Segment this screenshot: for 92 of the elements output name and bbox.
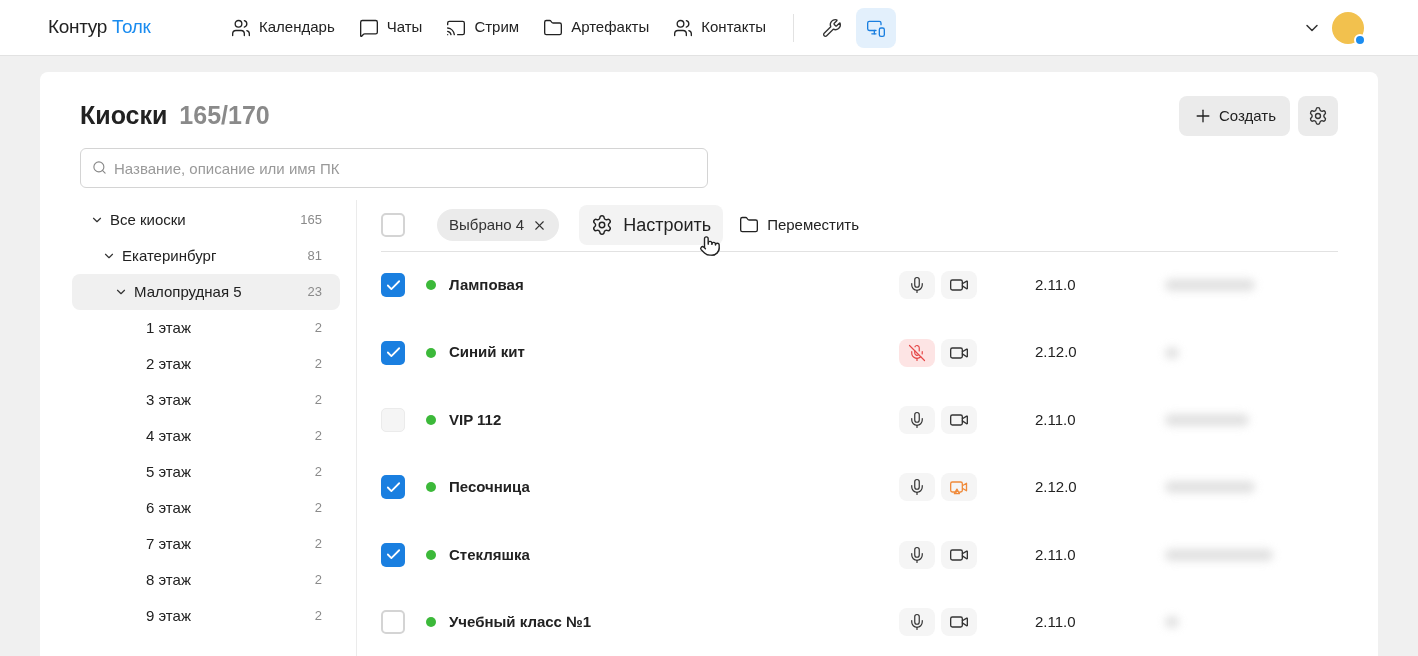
tree-item-label: 4 этаж [146,425,192,446]
tree-item-count: 2 [314,535,322,554]
people-icon [231,17,251,38]
checkbox[interactable] [381,475,405,500]
create-button[interactable]: Создать [1179,96,1290,136]
nav-link[interactable]: Артефакты [534,7,659,48]
mic-button[interactable] [899,271,935,300]
tree-item-count: 2 [314,607,322,626]
tree-item-label: Малопрудная 5 [134,281,243,302]
folder-icon [543,17,564,38]
tree-item-count: 2 [314,499,322,518]
nav-link[interactable]: Стрим [437,7,529,48]
tree-item[interactable]: Екатеринбург 81 [72,238,340,274]
tree-item-label: 6 этаж [146,497,192,518]
settings-icon [1308,106,1328,126]
tree-item[interactable]: 1 этаж 2 [72,310,340,346]
checkbox[interactable] [381,542,405,567]
tree-item-count: 81 [307,247,322,266]
kiosk-name[interactable]: Учебный класс №1 [449,611,899,634]
tree-item-count: 23 [307,283,322,302]
search-field[interactable]: Название, описание или имя ПК [80,148,708,188]
hand-cursor-icon [699,235,722,258]
kiosk-name[interactable]: Синий кит [449,341,899,364]
tree-item-label: 3 этаж [146,389,192,410]
mic-icon [908,478,926,497]
version-text: 2.12.0 [1035,477,1078,498]
tree-item-count: 2 [314,571,322,590]
user-avatar[interactable] [1332,11,1364,44]
camera-button[interactable] [941,338,977,367]
app-logo[interactable]: Контур Толк [48,13,222,42]
tree-item[interactable]: 8 этаж 2 [72,562,340,598]
checkbox[interactable] [381,340,405,365]
chat-icon [358,17,379,38]
version-text: 2.11.0 [1035,409,1077,430]
version-text: 2.11.0 [1035,612,1077,633]
people-icon [673,17,694,38]
selection-chip[interactable]: Выбрано 4 [437,209,560,242]
search-icon [92,160,107,175]
mic-icon [908,276,926,295]
tree-item[interactable]: 6 этаж 2 [72,490,340,526]
nav-link[interactable]: Контакты [664,7,776,48]
tree-item[interactable]: 3 этаж 2 [72,382,340,418]
checkbox[interactable] [381,273,405,298]
tree-item[interactable]: 5 этаж 2 [72,454,340,490]
version-text: 2.11.0 [1035,275,1077,295]
tree-item[interactable]: 9 этаж 2 [72,598,340,634]
kiosk-name[interactable]: Стекляшка [449,543,899,567]
camera-button[interactable] [941,271,977,300]
tree-item-label: 5 этаж [146,461,192,482]
kiosk-name[interactable]: Песочница [449,476,899,499]
page-title: Киоски [80,100,168,132]
tree-item-label: 1 этаж [146,317,192,338]
tree-item[interactable]: 7 этаж 2 [72,526,340,562]
tree-item-label: 7 этаж [146,533,192,554]
mic-icon [908,411,926,430]
wrench-icon [822,17,843,38]
mic-button[interactable] [899,540,935,569]
kiosk-name[interactable]: Ламповая [449,274,899,297]
settings-icon [591,214,614,237]
camera-button[interactable] [941,540,977,569]
tree-item-label: Все киоски [110,209,187,230]
toolbar-action-button[interactable]: Переместить [727,205,872,246]
kiosk-count: 165/170 [179,100,270,132]
checkbox[interactable] [381,610,405,635]
mic-button[interactable] [899,473,935,502]
version-text: 2.12.0 [1035,342,1078,363]
tree-item-count: 2 [314,463,322,482]
tree-item-count: 2 [314,355,322,374]
nav-link[interactable]: Календарь [222,7,344,48]
tree-item-label: 8 этаж [146,569,192,590]
tree-item-label: Екатеринбург [122,245,218,266]
tree-item-count: 2 [314,319,322,338]
tree-item-label: 2 этаж [146,353,192,374]
checkbox[interactable] [381,213,405,238]
tree-item-label: 9 этаж [146,605,192,626]
tree-item[interactable]: Все киоски 165 [72,202,340,238]
tree-item-count: 2 [314,391,322,410]
tree-item-count: 165 [300,211,322,230]
camera-button[interactable] [941,608,977,637]
toolbar-icon-button[interactable] [856,7,897,48]
nav-link[interactable]: Чаты [349,7,432,48]
tree-item-count: 2 [314,427,322,446]
mic-button[interactable] [899,608,935,637]
version-text: 2.11.0 [1035,544,1077,565]
mic-icon [908,613,926,632]
mic-icon [908,545,926,564]
tree-item[interactable]: Малопрудная 5 23 [72,274,340,310]
tree-item[interactable]: 2 этаж 2 [72,346,340,382]
mic-button[interactable] [899,338,935,367]
mic-off-icon [908,343,926,362]
settings-button[interactable] [1298,96,1338,136]
tree-item[interactable]: 4 этаж 2 [72,418,340,454]
